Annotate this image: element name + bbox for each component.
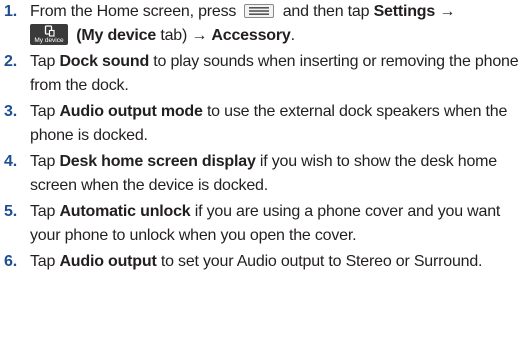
step-text: From the Home screen, press bbox=[30, 3, 237, 20]
period: . bbox=[290, 26, 295, 44]
step-6: 6. Tap Audio output to set your Audio ou… bbox=[0, 250, 529, 274]
my-device-icon: My device bbox=[30, 23, 68, 45]
step-text: Tap bbox=[30, 203, 56, 220]
step-text: Tap bbox=[30, 103, 56, 120]
step-text: Tap bbox=[30, 253, 56, 270]
option-name: Automatic unlock bbox=[59, 203, 191, 220]
step-number: 4. bbox=[4, 153, 17, 170]
step-3: 3. Tap Audio output mode to use the exte… bbox=[0, 100, 529, 147]
settings-label: Settings bbox=[373, 3, 436, 20]
step-number: 6. bbox=[4, 253, 17, 270]
accessory-label: Accessory bbox=[211, 26, 291, 44]
instruction-page: 1. From the Home screen, press and then … bbox=[0, 0, 529, 359]
option-name: Dock sound bbox=[59, 53, 150, 70]
step-text: and then tap bbox=[282, 3, 370, 20]
step-5: 5. Tap Automatic unlock if you are using… bbox=[0, 200, 529, 247]
option-name: Audio output mode bbox=[59, 103, 203, 120]
my-device-icon-label: My device bbox=[34, 36, 64, 44]
steps-list: 1. From the Home screen, press and then … bbox=[0, 0, 529, 274]
step-number: 5. bbox=[4, 203, 17, 220]
step-text: Tap bbox=[30, 153, 56, 170]
step-text: to set your Audio output to Stereo or Su… bbox=[160, 253, 483, 270]
tab-word: tab) bbox=[160, 26, 188, 44]
option-name: Desk home screen display bbox=[59, 153, 256, 170]
arrow-right-icon: → bbox=[191, 26, 208, 44]
step-2: 2. Tap Dock sound to play sounds when in… bbox=[0, 50, 529, 97]
step-text: Tap bbox=[30, 53, 56, 70]
step-number: 3. bbox=[4, 103, 17, 120]
my-device-tab-label: (My device bbox=[76, 26, 157, 44]
arrow-right-icon: → bbox=[439, 3, 456, 20]
step-4: 4. Tap Desk home screen display if you w… bbox=[0, 150, 529, 197]
step-number: 1. bbox=[4, 3, 17, 20]
menu-key-icon bbox=[244, 4, 275, 18]
option-name: Audio output bbox=[59, 253, 157, 270]
step-number: 2. bbox=[4, 53, 17, 70]
step-1: 1. From the Home screen, press and then … bbox=[0, 0, 529, 47]
